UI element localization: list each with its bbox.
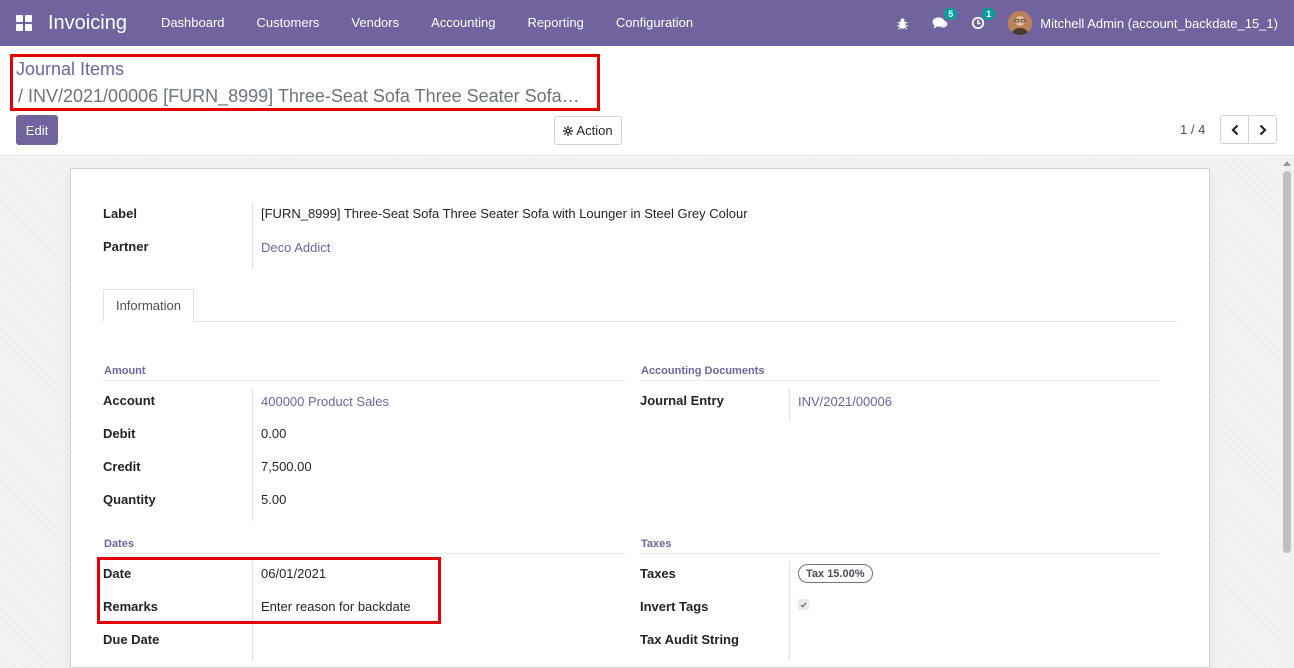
debit-value: 0.00 bbox=[261, 426, 287, 441]
form-sheet: Label [FURN_8999] Three-Seat Sofa Three … bbox=[70, 168, 1210, 668]
amount-group-title: Amount bbox=[104, 365, 146, 377]
label-field-value: [FURN_8999] Three-Seat Sofa Three Seater… bbox=[261, 206, 748, 221]
journal-entry-divider bbox=[789, 388, 790, 422]
chevron-right-icon bbox=[1259, 124, 1267, 135]
pager-previous-button[interactable] bbox=[1220, 115, 1249, 144]
journal-entry-link[interactable]: INV/2021/00006 bbox=[798, 394, 892, 409]
menu-configuration[interactable]: Configuration bbox=[600, 0, 709, 46]
partner-field-label: Partner bbox=[103, 239, 149, 254]
account-label: Account bbox=[103, 393, 155, 408]
journal-entry-label: Journal Entry bbox=[640, 393, 724, 408]
form-view-content: Label [FURN_8999] Three-Seat Sofa Three … bbox=[0, 157, 1294, 668]
breadcrumb-current-record: / INV/2021/00006 [FURN_8999] Three-Seat … bbox=[18, 86, 580, 106]
menu-vendors[interactable]: Vendors bbox=[335, 0, 415, 46]
menu-dashboard[interactable]: Dashboard bbox=[145, 0, 241, 46]
due-date-label: Due Date bbox=[103, 632, 160, 647]
pager-next-button[interactable] bbox=[1248, 115, 1277, 144]
user-avatar[interactable] bbox=[1008, 11, 1033, 35]
chevron-left-icon bbox=[1230, 124, 1238, 135]
invert-tags-checkbox[interactable] bbox=[798, 599, 809, 610]
credit-value: 7,500.00 bbox=[261, 459, 312, 474]
date-remarks-highlight-box bbox=[97, 557, 441, 624]
dates-group-title: Dates bbox=[104, 538, 134, 550]
credit-label: Credit bbox=[103, 459, 141, 474]
notebook-tab-bar bbox=[103, 321, 1177, 322]
amount-group-separator bbox=[103, 380, 625, 381]
scrollbar-thumb[interactable] bbox=[1283, 171, 1291, 553]
accounting-documents-group-title: Accounting Documents bbox=[641, 365, 765, 377]
app-title[interactable]: Invoicing bbox=[48, 12, 127, 35]
edit-button[interactable]: Edit bbox=[16, 115, 58, 145]
top-fields-divider bbox=[252, 202, 253, 269]
quantity-label: Quantity bbox=[103, 492, 156, 507]
apps-menu-icon[interactable] bbox=[16, 15, 32, 31]
taxes-group-title: Taxes bbox=[641, 538, 672, 550]
debug-bug-icon[interactable] bbox=[894, 15, 910, 31]
invert-tags-label: Invert Tags bbox=[640, 599, 709, 614]
activity-count-badge: 1 bbox=[982, 8, 996, 20]
gear-icon bbox=[563, 125, 574, 136]
activity-clock-icon[interactable]: 1 bbox=[970, 8, 996, 31]
tab-information[interactable]: Information bbox=[103, 289, 194, 322]
check-icon bbox=[800, 601, 807, 608]
pager-value[interactable]: 1 / 4 bbox=[1180, 122, 1205, 137]
partner-link[interactable]: Deco Addict bbox=[261, 240, 330, 255]
dates-group-separator bbox=[103, 553, 625, 554]
quantity-value: 5.00 bbox=[261, 492, 287, 507]
chat-count-badge: 5 bbox=[944, 8, 958, 20]
menu-customers[interactable]: Customers bbox=[241, 0, 336, 46]
tax-audit-string-label: Tax Audit String bbox=[640, 632, 739, 647]
label-field-label: Label bbox=[103, 206, 137, 221]
taxes-label: Taxes bbox=[640, 566, 676, 581]
navbar-systray: 5 1 Mitchell Admin (account_backdate_15_… bbox=[894, 0, 1294, 46]
action-button[interactable]: Action bbox=[554, 116, 622, 145]
debit-label: Debit bbox=[103, 426, 136, 441]
menu-reporting[interactable]: Reporting bbox=[511, 0, 599, 46]
menu-accounting[interactable]: Accounting bbox=[415, 0, 511, 46]
tax-tag-badge[interactable]: Tax 15.00% bbox=[798, 564, 873, 583]
amount-divider bbox=[252, 388, 253, 521]
user-menu[interactable]: Mitchell Admin (account_backdate_15_1) bbox=[1040, 16, 1278, 31]
breadcrumb-journal-items[interactable]: Journal Items bbox=[16, 59, 124, 80]
vertical-scrollbar[interactable] bbox=[1280, 157, 1294, 668]
action-button-label: Action bbox=[576, 123, 613, 138]
account-link[interactable]: 400000 Product Sales bbox=[261, 394, 389, 409]
accounting-documents-separator bbox=[640, 380, 1160, 381]
scroll-up-arrow-icon[interactable] bbox=[1283, 161, 1291, 166]
taxes-group-separator bbox=[640, 553, 1160, 554]
top-navbar: Invoicing Dashboard Customers Vendors Ac… bbox=[0, 0, 1294, 46]
taxes-divider bbox=[789, 561, 790, 661]
chat-icon[interactable]: 5 bbox=[932, 8, 958, 31]
control-panel: Journal Items / INV/2021/00006 [FURN_899… bbox=[0, 46, 1294, 156]
